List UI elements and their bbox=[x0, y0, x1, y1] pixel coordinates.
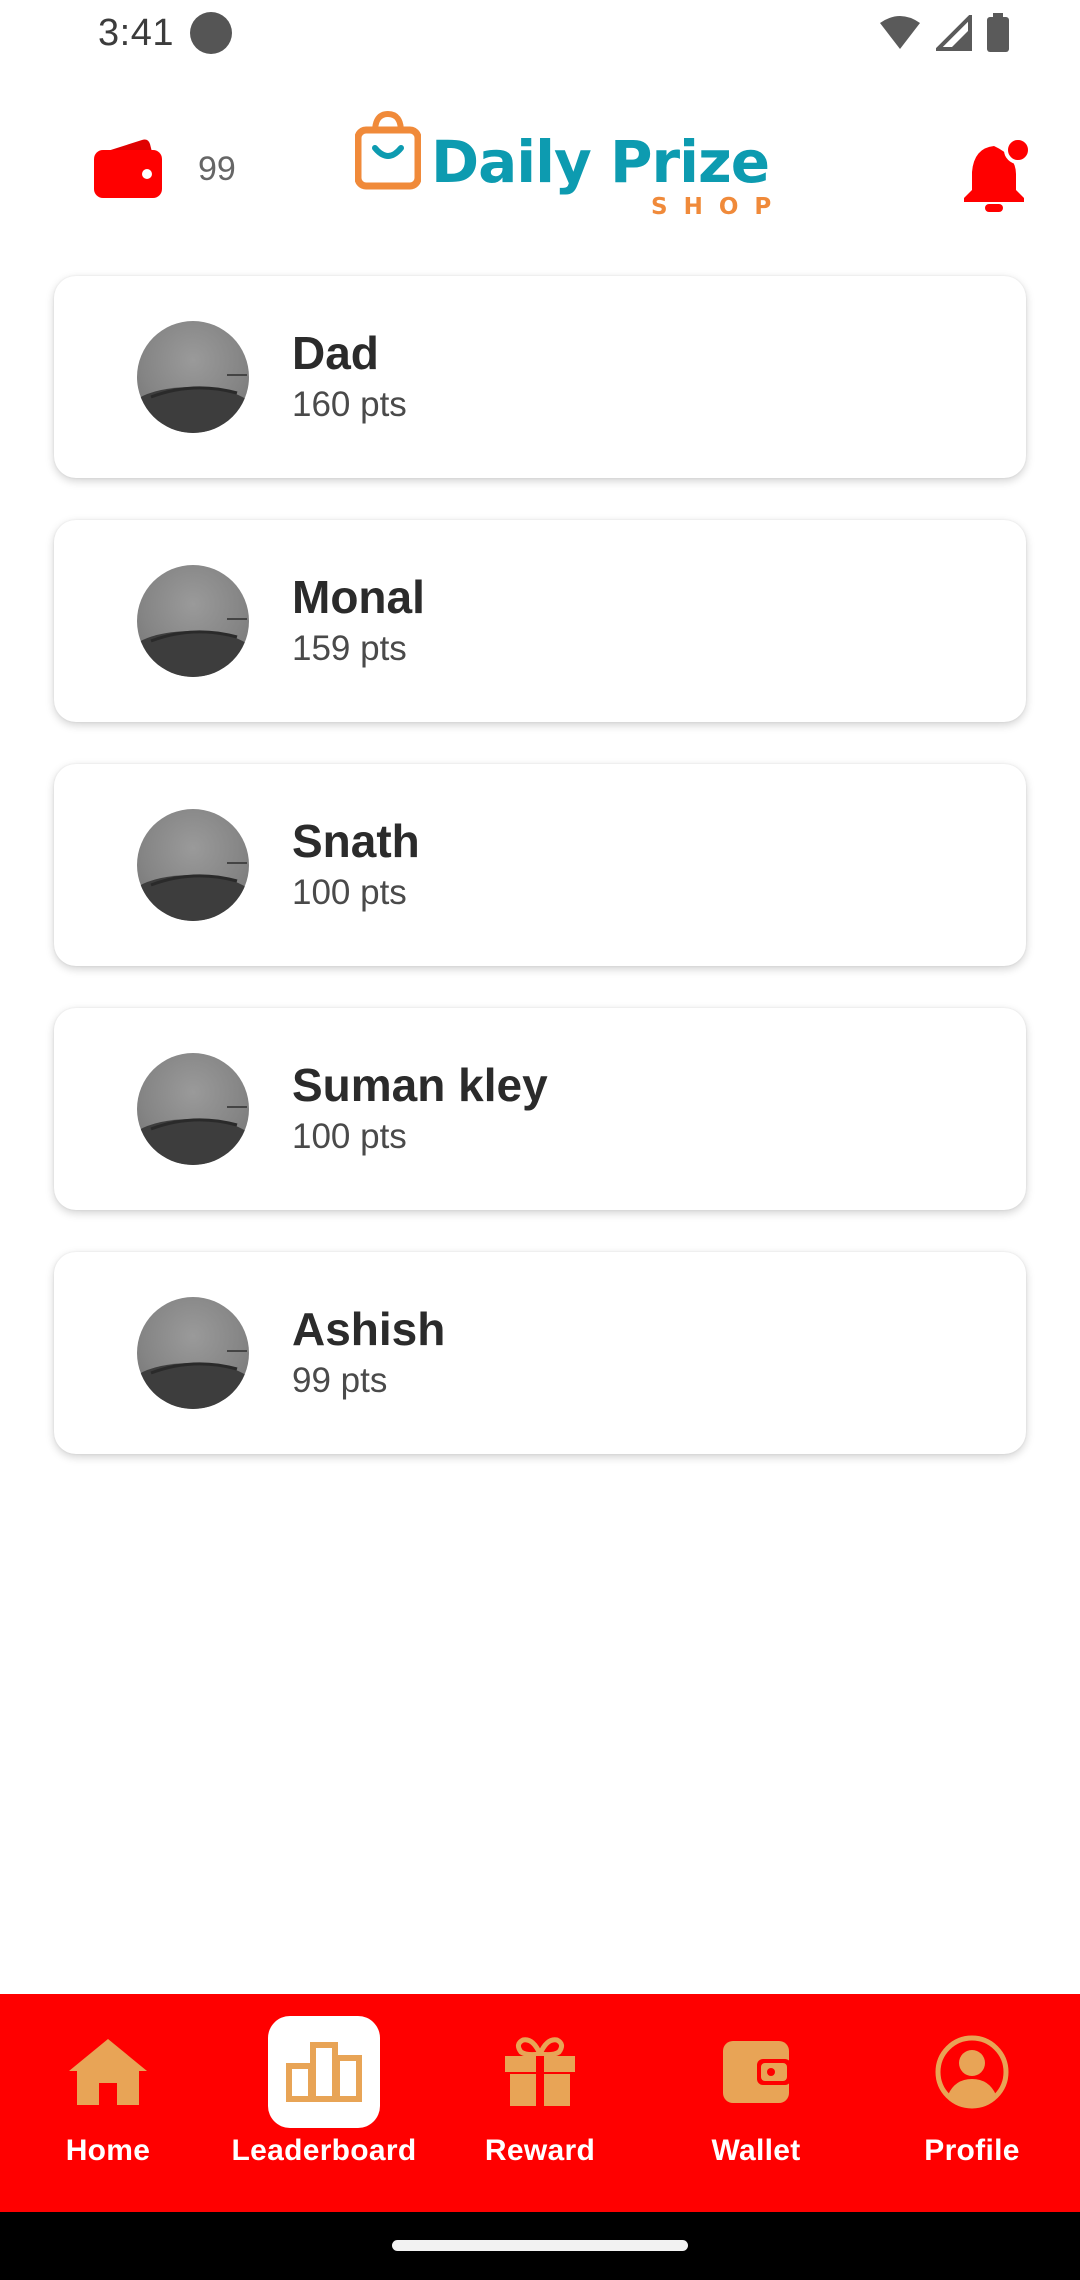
nav-leaderboard-label: Leaderboard bbox=[231, 2134, 417, 2167]
leaderboard-entry[interactable]: Monal 159 pts bbox=[54, 520, 1026, 722]
nav-profile-label: Profile bbox=[924, 2134, 1020, 2167]
system-gesture-bar bbox=[0, 2212, 1080, 2280]
status-bar: 3:41 bbox=[0, 0, 1080, 66]
wallet-balance-count: 99 bbox=[198, 149, 236, 188]
entry-text: Snath 100 pts bbox=[292, 814, 420, 916]
screen: 3:41 99 Daily Prize SHOP Dad 160 pts Mon… bbox=[0, 0, 1080, 2280]
leaderboard-entry[interactable]: Dad 160 pts bbox=[54, 276, 1026, 478]
entry-name: Ashish bbox=[292, 1303, 446, 1355]
entry-points: 100 pts bbox=[292, 873, 407, 912]
status-icons bbox=[878, 13, 1010, 53]
home-gesture-handle[interactable] bbox=[392, 2240, 688, 2251]
notification-dot-icon bbox=[189, 12, 232, 54]
leaderboard-entry[interactable]: Suman kley 100 pts bbox=[54, 1008, 1026, 1210]
leaderboard-icon bbox=[286, 2042, 362, 2102]
nav-profile[interactable]: Profile bbox=[864, 1994, 1080, 2212]
nav-home-icon-wrap bbox=[52, 2016, 164, 2128]
avatar bbox=[137, 565, 249, 677]
status-left: 3:41 bbox=[98, 12, 232, 55]
profile-icon bbox=[935, 2035, 1009, 2109]
avatar bbox=[137, 1053, 249, 1165]
nav-profile-icon-wrap bbox=[916, 2016, 1028, 2128]
nav-wallet[interactable]: Wallet bbox=[648, 1994, 864, 2212]
notification-bell-icon[interactable] bbox=[960, 134, 1032, 214]
gift-icon bbox=[505, 2037, 575, 2106]
cellular-signal-icon bbox=[936, 15, 972, 51]
nav-leaderboard-icon-wrap bbox=[268, 2016, 380, 2128]
home-icon bbox=[69, 2039, 147, 2105]
nav-reward-label: Reward bbox=[484, 2134, 596, 2167]
entry-name: Snath bbox=[292, 815, 420, 867]
leaderboard-entry[interactable]: Snath 100 pts bbox=[54, 764, 1026, 966]
avatar bbox=[137, 809, 249, 921]
nav-wallet-label: Wallet bbox=[711, 2134, 801, 2167]
leaderboard-entry[interactable]: Ashish 99 pts bbox=[54, 1252, 1026, 1454]
entry-text: Ashish 99 pts bbox=[292, 1302, 445, 1404]
nav-reward[interactable]: Reward bbox=[432, 1994, 648, 2212]
avatar bbox=[137, 321, 249, 433]
avatar bbox=[137, 1297, 249, 1409]
wallet-icon bbox=[94, 139, 162, 198]
entry-text: Monal 159 pts bbox=[292, 570, 425, 672]
app-header: 99 Daily Prize SHOP bbox=[0, 110, 1080, 240]
shopping-bag-icon bbox=[355, 110, 421, 190]
nav-wallet-icon-wrap bbox=[700, 2016, 812, 2128]
entry-text: Suman kley 100 pts bbox=[292, 1058, 548, 1160]
entry-points: 159 pts bbox=[292, 629, 407, 668]
entry-name: Monal bbox=[292, 571, 425, 623]
nav-leaderboard[interactable]: Leaderboard bbox=[216, 1994, 432, 2212]
wallet-icon bbox=[723, 2041, 791, 2103]
logo-subtitle: SHOP bbox=[651, 194, 788, 220]
logo-title: Daily Prize bbox=[431, 128, 770, 196]
bottom-navigation: Home Leaderboard Reward Wallet Profile bbox=[0, 1994, 1080, 2212]
leaderboard-list: Dad 160 pts Monal 159 pts Snath 100 pts bbox=[54, 276, 1026, 1496]
daily-prize-shop-logo: Daily Prize SHOP bbox=[355, 110, 775, 220]
entry-points: 99 pts bbox=[292, 1361, 388, 1400]
battery-icon bbox=[987, 13, 1009, 52]
wifi-icon bbox=[880, 16, 920, 49]
entry-points: 160 pts bbox=[292, 385, 407, 424]
nav-reward-icon-wrap bbox=[484, 2016, 596, 2128]
entry-name: Suman kley bbox=[292, 1059, 548, 1111]
entry-points: 100 pts bbox=[292, 1117, 407, 1156]
nav-home-label: Home bbox=[65, 2134, 151, 2167]
entry-name: Dad bbox=[292, 327, 379, 379]
entry-text: Dad 160 pts bbox=[292, 326, 407, 428]
wallet-balance-chip[interactable]: 99 bbox=[92, 138, 236, 200]
status-time: 3:41 bbox=[98, 11, 174, 54]
nav-home[interactable]: Home bbox=[0, 1994, 216, 2212]
